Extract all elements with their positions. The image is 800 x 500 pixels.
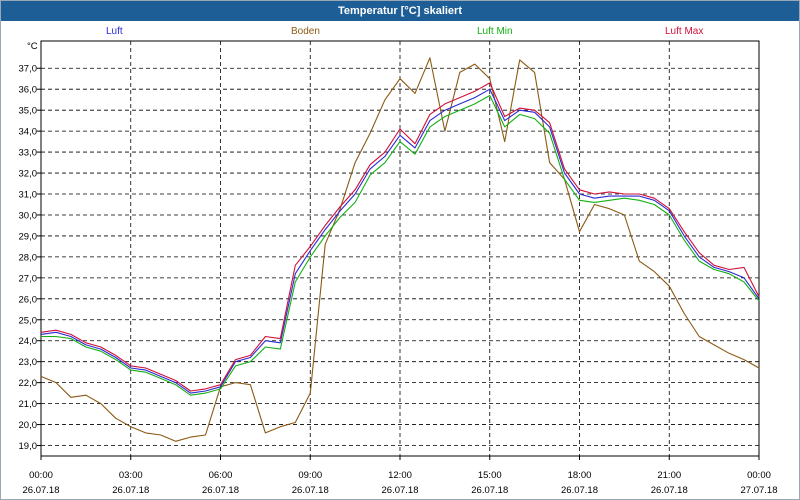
y-tick-label: 22,0	[19, 378, 38, 389]
y-tick-label: 27,0	[19, 273, 38, 284]
x-tick-time: 00:00	[747, 470, 771, 481]
chart-window: Temperatur [°C] skaliert Luft Boden Luft…	[0, 0, 800, 500]
x-tick-date: 26.07.18	[471, 485, 508, 496]
y-tick-label: 33,0	[19, 148, 38, 159]
y-tick-label: 26,0	[19, 294, 38, 305]
y-tick-label: 19,0	[19, 441, 38, 452]
y-tick-label: 36,0	[19, 85, 38, 96]
y-tick-label: 29,0	[19, 231, 38, 242]
x-tick-time: 03:00	[119, 470, 143, 481]
y-tick-label: 34,0	[19, 127, 38, 138]
y-tick-label: 32,0	[19, 169, 38, 180]
x-tick-time: 12:00	[388, 470, 412, 481]
x-tick-date: 26.07.18	[292, 485, 329, 496]
y-tick-label: 31,0	[19, 190, 38, 201]
x-tick-date: 26.07.18	[202, 485, 239, 496]
y-tick-label: 30,0	[19, 210, 38, 221]
y-tick-label: 28,0	[19, 252, 38, 263]
x-tick-date: 27.07.18	[741, 485, 778, 496]
x-tick-time: 18:00	[568, 470, 592, 481]
temperature-chart: °C 19,0 20,0 21,0 22,0 23,0 24,0 25,0 26,0 27,0 28…	[19, 40, 778, 496]
x-tick-time: 15:00	[478, 470, 502, 481]
y-tick-label: 23,0	[19, 357, 38, 368]
x-tick-date: 26.07.18	[382, 485, 419, 496]
y-tick-label: 25,0	[19, 315, 38, 326]
y-tick-label: 37,0	[19, 64, 38, 75]
y-unit-label: °C	[27, 41, 38, 52]
x-tick-time: 00:00	[29, 470, 53, 481]
x-tick-time: 09:00	[298, 470, 322, 481]
y-tick-label: 20,0	[19, 420, 38, 431]
series-line-luft	[40, 88, 760, 394]
x-tick-date: 26.07.18	[561, 485, 598, 496]
x-tick-date: 26.07.18	[112, 485, 149, 496]
x-tick-date: 26.07.18	[651, 485, 688, 496]
y-tick-label: 21,0	[19, 399, 38, 410]
y-tick-label: 24,0	[19, 336, 38, 347]
x-tick-time: 06:00	[209, 470, 233, 481]
y-tick-label: 35,0	[19, 106, 38, 117]
x-tick-date: 26.07.18	[23, 485, 60, 496]
x-tick-time: 21:00	[657, 470, 681, 481]
series-line-boden	[40, 57, 760, 442]
